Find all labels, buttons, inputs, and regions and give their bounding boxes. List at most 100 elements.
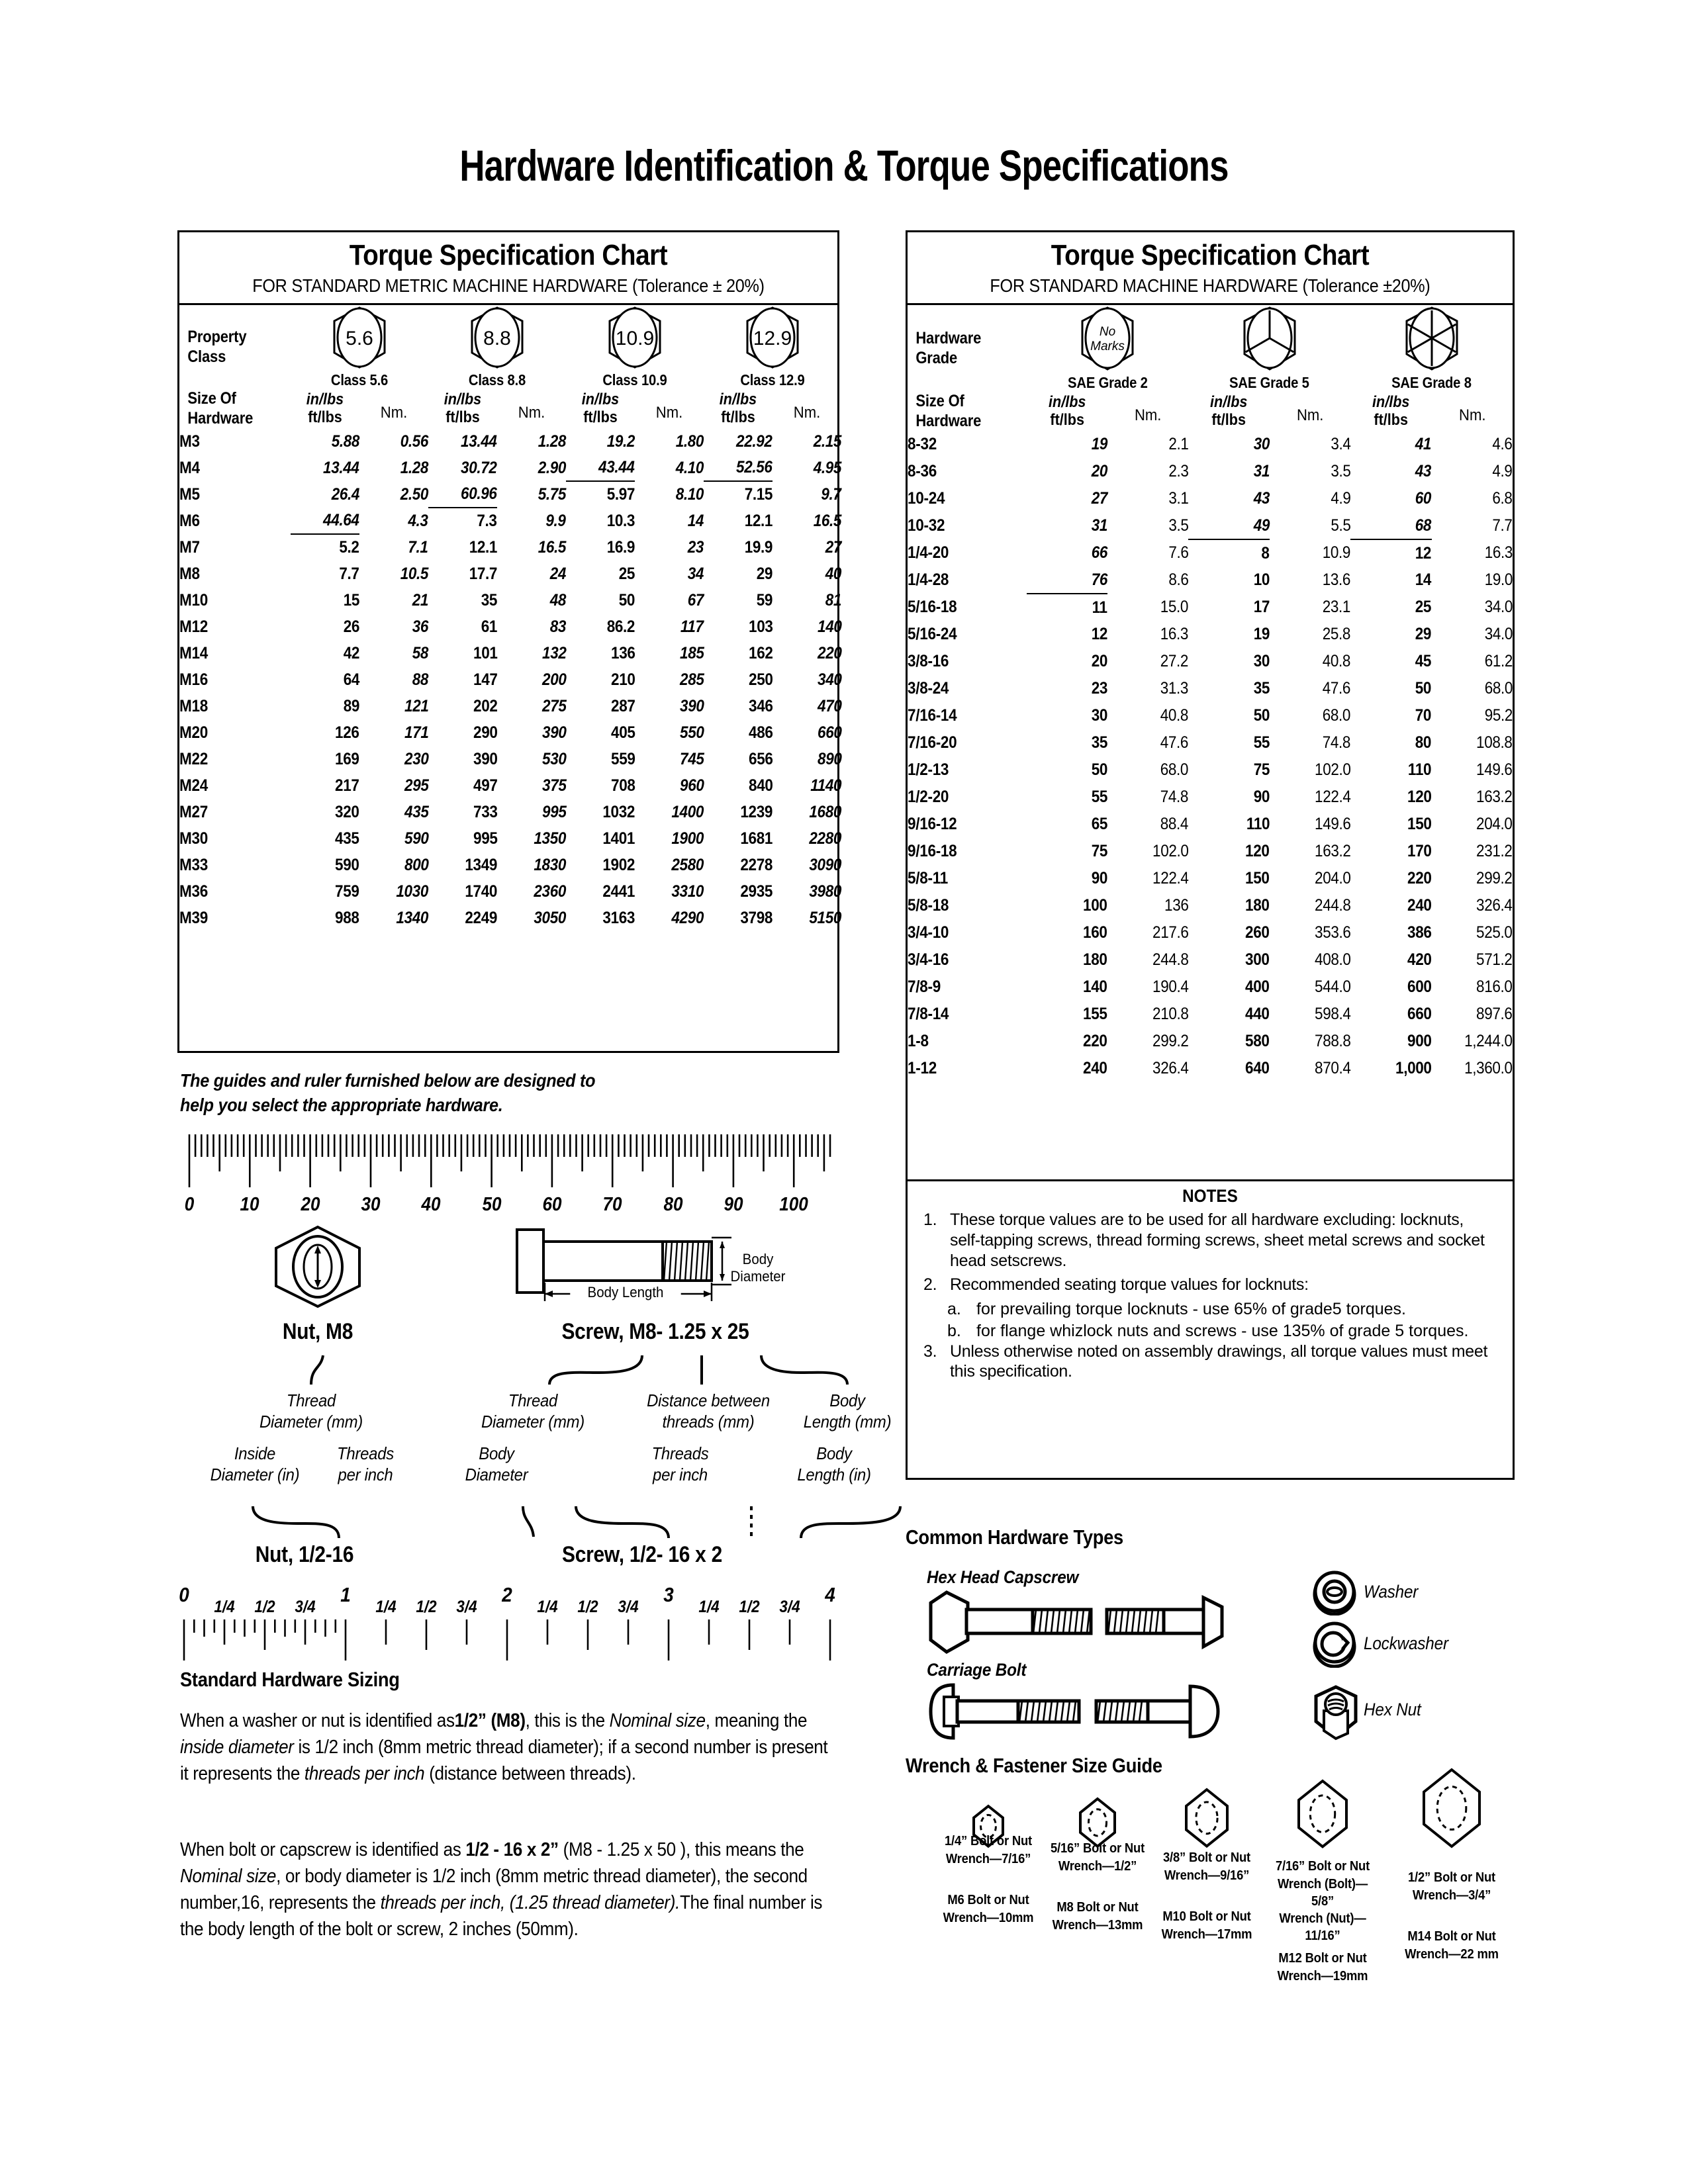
cell-torque: 405 [610, 723, 635, 742]
svg-text:12.9: 12.9 [753, 328, 792, 349]
cell-nm: 68.0 [1322, 706, 1351, 725]
cell-nm: 890 [817, 749, 842, 768]
metric-wrench-label: Wrench—13mm [1052, 1917, 1143, 1933]
cell-torque: 5.2 [339, 538, 360, 557]
cell-torque: 162 [748, 643, 773, 662]
cell-nm: 58 [412, 643, 429, 662]
cell-torque: 15 [343, 590, 360, 610]
carriage-bolt-icon [929, 1683, 1220, 1740]
cell-torque: 202 [473, 696, 498, 715]
row-size: M7 [179, 537, 200, 557]
size-col-label: Size Of Hardware [915, 392, 982, 430]
guides-intro-line1: The guides and ruler furnished below are… [180, 1070, 596, 1091]
metric-callout-braces [310, 1355, 849, 1385]
cell-torque: 8 [1261, 543, 1270, 563]
cell-nm: 244.8 [1314, 896, 1351, 915]
row-size: 10-24 [908, 489, 945, 508]
inch-fraction-label: 1/2 [254, 1598, 275, 1616]
grade-header-3: SAE Grade 8 [1350, 305, 1513, 392]
row-size: 10-32 [908, 516, 945, 535]
cell-nm: 210.8 [1152, 1005, 1189, 1023]
cell-nm: 3.5 [1168, 516, 1189, 535]
cell-nm: 1400 [671, 802, 704, 821]
cell-nm: 530 [541, 749, 567, 768]
cell-nm: 132 [541, 643, 567, 662]
cell-torque: 988 [335, 908, 360, 927]
cell-torque: 65 [1091, 815, 1108, 833]
cell-torque: 580 [1245, 1032, 1270, 1050]
cell-nm: 2.90 [538, 458, 567, 477]
inch-fraction-label: 1/2 [739, 1598, 760, 1616]
inch-fraction-label: 1/4 [698, 1598, 720, 1616]
cell-nm: 3980 [809, 882, 842, 901]
cell-torque: 12 [1415, 543, 1432, 563]
cell-torque: 80 [1415, 733, 1432, 752]
note-item: 2. Recommended seating torque values for … [923, 1275, 1498, 1295]
cell-nm: 816.0 [1476, 978, 1513, 996]
cell-nm: 275 [541, 696, 567, 715]
cell-torque: 44.64 [291, 508, 359, 535]
cell-torque: 995 [473, 829, 498, 848]
row-size: M10 [179, 590, 208, 610]
cell-torque: 42 [343, 643, 360, 662]
sae-table-title: Torque Specification Chart [1051, 239, 1370, 271]
cell-torque: 300 [1245, 950, 1270, 969]
metric-wrench-label: Wrench—17mm [1161, 1927, 1252, 1942]
cell-nm: 870.4 [1314, 1059, 1351, 1077]
guides-intro-line2: help you select the appropriate hardware… [180, 1094, 503, 1115]
cell-nm: 14 [687, 511, 704, 530]
svg-text:Marks: Marks [1090, 340, 1125, 353]
wrench-guide-item: 7/16” Bolt or Nut Wrench (Bolt)—5/8” Wren… [1266, 1779, 1379, 1985]
cell-nm: 10.5 [400, 564, 429, 583]
mm-ruler-labels: 0 10 20 30 40 50 60 70 80 90 100 [185, 1194, 854, 1220]
unit-nm: Nm. [793, 404, 821, 422]
size-col-label: Size Of Hardware [187, 389, 254, 428]
inch-nut-callout-0: Inside Diameter (in) [210, 1443, 300, 1485]
cell-nm: 897.6 [1476, 1005, 1513, 1023]
cell-torque: 150 [1245, 869, 1270, 887]
metric-table-header: Torque Specification Chart FOR STANDARD … [179, 232, 837, 305]
unit-inlbs-ftlbs: in/lbs ft/lbs [581, 390, 620, 426]
cell-nm: 7.6 [1168, 543, 1189, 562]
mm-tick-label: 40 [421, 1194, 441, 1215]
cell-torque: 640 [1245, 1059, 1270, 1077]
cell-torque: 497 [473, 776, 498, 795]
sizing-heading: Standard Hardware Sizing [180, 1668, 400, 1691]
cell-torque: 49 [1188, 512, 1270, 540]
cell-torque: 600 [1407, 978, 1432, 996]
grade-label: Class 8.8 [468, 371, 526, 388]
table-row: M39 988 1340 2249 3050 3163 4290 3798 5150 [179, 905, 841, 931]
cell-torque: 70 [1415, 706, 1432, 725]
grade-row-label: Hardware Grade [915, 329, 982, 367]
common-hardware-heading: Common Hardware Types [906, 1525, 1123, 1549]
cell-nm: 204.0 [1314, 869, 1351, 887]
cell-torque: 90 [1091, 869, 1108, 887]
cell-torque: 346 [748, 696, 773, 715]
inch-screw-callout-0: Body Diameter [465, 1443, 528, 1485]
row-size: 3/8-24 [908, 679, 949, 698]
hex-fastener-icon [1297, 1779, 1348, 1848]
cell-nm: 83 [549, 617, 567, 636]
cell-torque: 50 [1415, 679, 1432, 698]
cell-nm: 25.8 [1322, 625, 1351, 643]
hex-nut-icon [1314, 1685, 1358, 1741]
cell-torque: 35 [1091, 733, 1108, 752]
cell-torque: 656 [748, 749, 773, 768]
cell-torque: 27 [1091, 489, 1108, 508]
cell-nm: 390 [541, 723, 567, 742]
notes-panel: NOTES 1. These torque values are to be us… [906, 1181, 1515, 1480]
sizing-paragraph-1: When a washer or nut is identified as1/2… [180, 1710, 828, 1785]
cell-torque: 25 [618, 564, 635, 583]
unit-inlbs-ftlbs: in/lbs ft/lbs [1210, 392, 1248, 429]
cell-torque: 19 [1253, 625, 1270, 643]
cell-nm: 2.3 [1168, 462, 1189, 480]
cell-torque: 50 [1091, 760, 1108, 779]
cell-nm: 220 [817, 643, 842, 662]
washer-label: Washer [1364, 1582, 1419, 1602]
row-size: 1/2-13 [908, 760, 949, 779]
row-size: 3/4-16 [908, 950, 949, 969]
table-row: 1/2-20 55 74.8 90 122.4 120 163.2 [908, 784, 1513, 811]
carriage-bolt-label: Carriage Bolt [927, 1660, 1027, 1680]
cell-torque: 22.92 [736, 432, 773, 451]
row-size: M4 [179, 458, 200, 477]
